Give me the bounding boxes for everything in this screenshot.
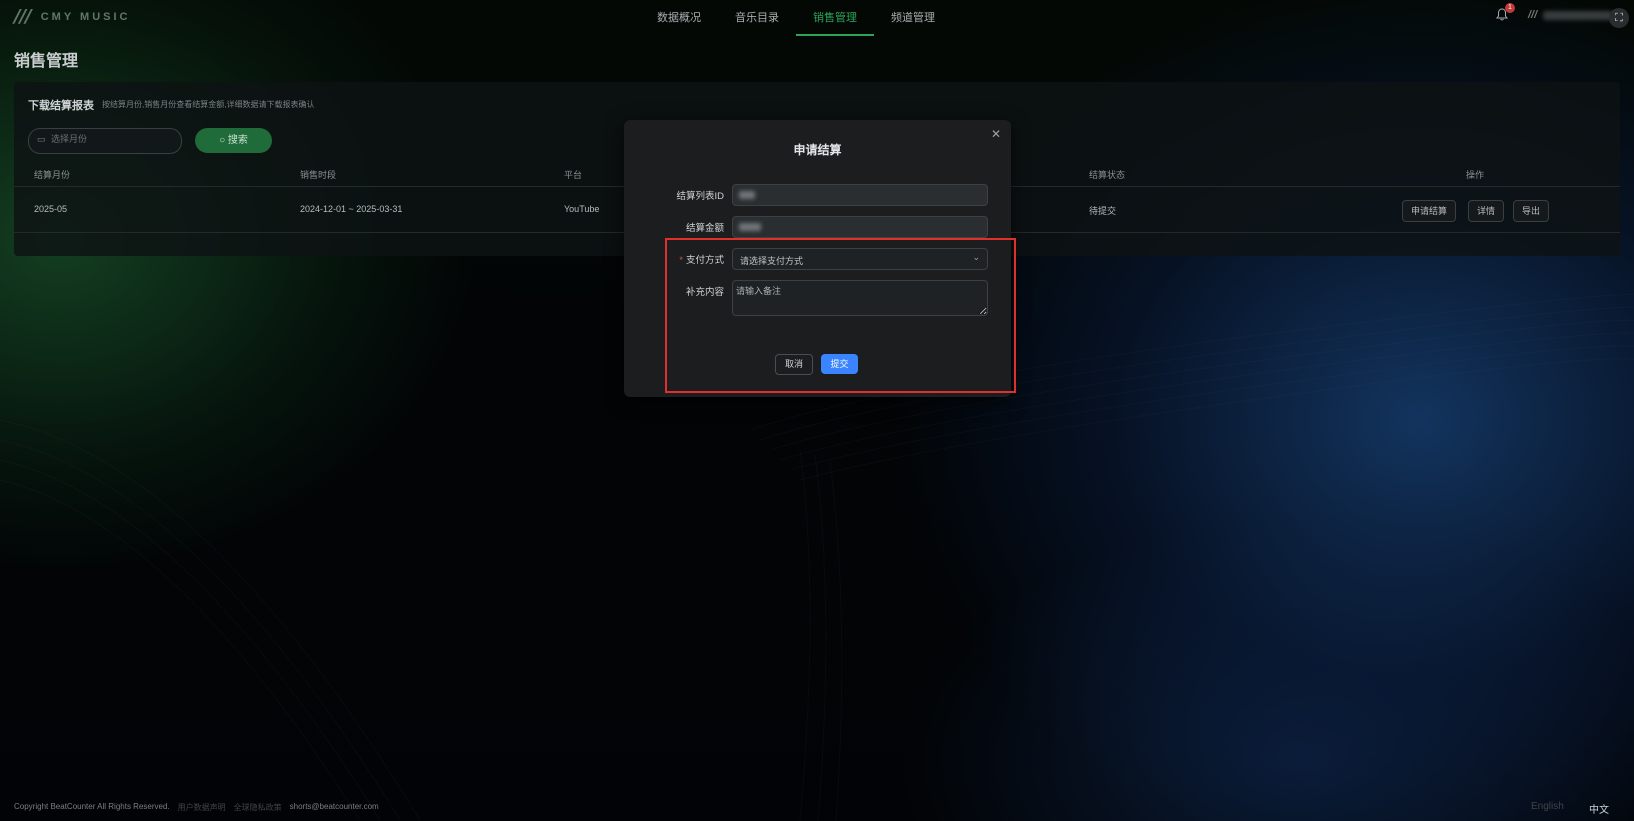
search-icon: ○ [219, 135, 228, 146]
list-id-field[interactable] [732, 184, 988, 206]
top-bar: /// CMY MUSIC 数据概况 音乐目录 销售管理 频道管理 1 /// … [0, 0, 1634, 36]
month-picker[interactable]: ▭ [28, 128, 182, 154]
calendar-icon: ▭ [37, 134, 46, 144]
user-name-redacted [1543, 10, 1614, 20]
modal-title: 申请结算 [793, 143, 842, 157]
list-id-label: 结算列表ID [676, 191, 724, 202]
nav-item-catalog[interactable]: 音乐目录 [718, 0, 796, 34]
logo[interactable]: /// CMY MUSIC [14, 6, 130, 27]
column-header: 平台 [564, 170, 583, 180]
amount-label: 结算金额 [685, 223, 724, 234]
card-title: 下载结算报表 [28, 100, 94, 112]
redacted-value [739, 191, 755, 199]
column-header: 操作 [1466, 170, 1485, 180]
user-menu[interactable]: /// [1528, 9, 1614, 21]
page-title: 销售管理 [14, 53, 79, 70]
cell-platform: YouTube [564, 204, 600, 214]
card-hint: 按结算月份,销售月份查看结算金额,详细数据请下载报表确认 [102, 100, 315, 109]
apply-settlement-button[interactable]: 申请结算 [1402, 200, 1457, 222]
footer-link-privacy[interactable]: 全球隐私政策 [234, 802, 282, 813]
search-button-label: 搜索 [227, 135, 248, 146]
nav-item-channels[interactable]: 频道管理 [874, 0, 952, 34]
details-button[interactable]: 详情 [1468, 200, 1505, 222]
logo-text: CMY MUSIC [40, 10, 131, 23]
amount-field[interactable] [732, 216, 988, 238]
month-input[interactable] [49, 133, 173, 145]
footer: Copyright BeatCounter All Rights Reserve… [14, 802, 379, 813]
search-button[interactable]: ○ 搜索 [195, 128, 272, 153]
main-nav: 数据概况 音乐目录 销售管理 频道管理 [640, 0, 952, 36]
notification-badge: 1 [1505, 3, 1515, 13]
column-header: 销售时段 [300, 170, 337, 180]
cell-month: 2025-05 [34, 204, 68, 214]
column-header: 结算月份 [34, 170, 71, 180]
export-button[interactable]: 导出 [1513, 200, 1550, 222]
cell-status: 待提交 [1089, 206, 1117, 216]
close-icon[interactable]: ✕ [991, 127, 1001, 141]
cell-period: 2024-12-01 ~ 2025-03-31 [300, 204, 403, 214]
screenshot-icon[interactable]: ⛶ [1609, 8, 1629, 28]
avatar: /// [1528, 9, 1538, 21]
redacted-value [739, 223, 761, 231]
nav-item-overview[interactable]: 数据概况 [640, 0, 718, 34]
logo-mark-icon: /// [14, 6, 32, 27]
footer-link-data-statement[interactable]: 用户数据声明 [178, 802, 226, 813]
annotation-highlight-box [665, 238, 1016, 393]
nav-item-sales[interactable]: 销售管理 [796, 0, 874, 36]
column-header: 结算状态 [1089, 170, 1126, 180]
copyright-text: Copyright BeatCounter All Rights Reserve… [14, 802, 170, 811]
language-english[interactable]: English [1531, 801, 1564, 812]
footer-email[interactable]: shorts@beatcounter.com [290, 802, 379, 813]
language-chinese[interactable]: 中文 [1589, 801, 1609, 816]
